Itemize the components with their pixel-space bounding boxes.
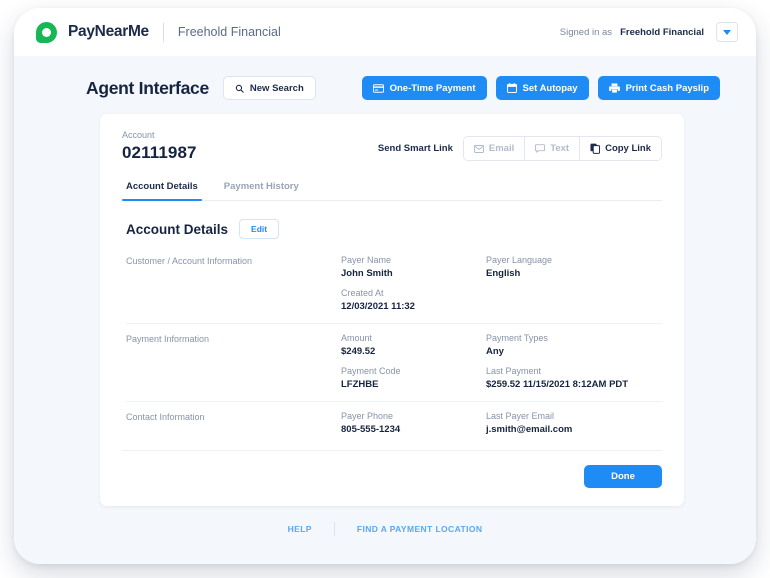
- field-value: LFZHBE: [341, 379, 379, 390]
- print-cash-payslip-label: Print Cash Payslip: [625, 82, 709, 94]
- copy-link-button[interactable]: Copy Link: [580, 137, 661, 160]
- section-title: Account Details: [126, 221, 229, 237]
- details-category: Payment Information: [126, 334, 210, 344]
- search-icon: [235, 84, 244, 93]
- field-value: 805-555-1234: [341, 424, 401, 435]
- field-label: Payer Name: [341, 255, 392, 265]
- send-email-label: Email: [488, 143, 515, 154]
- field-value: $249.52: [341, 346, 376, 357]
- field-last-payment: Last Payment $259.52 11/15/2021 8:12AM P…: [486, 366, 631, 390]
- field-value: j.smith@email.com: [486, 424, 573, 435]
- field-label: Payment Code: [341, 366, 401, 376]
- brand-name: PayNearMe: [68, 23, 149, 40]
- calendar-icon: [506, 83, 517, 93]
- field-label: Last Payment: [486, 366, 542, 376]
- field-payer-phone: Payer Phone 805-555-1234: [341, 411, 486, 435]
- credit-card-icon: [372, 83, 384, 93]
- account-summary-row: Account 02111987 Send Smart Link Email T…: [122, 130, 662, 163]
- copy-link-label: Copy Link: [605, 143, 651, 154]
- smart-link-buttons: Email Text Copy Link: [462, 136, 662, 161]
- brand-area[interactable]: PayNearMe Freehold Financial: [36, 21, 281, 43]
- paynearme-droplet-logo-icon: [36, 21, 57, 43]
- field-payment-types: Payment Types Any: [486, 333, 631, 357]
- set-autopay-button[interactable]: Set Autopay: [495, 76, 589, 100]
- page-body: Agent Interface New Search One-Time Paym…: [14, 56, 756, 564]
- field-label: Payer Language: [486, 255, 553, 265]
- details-row: Payment Information Amount $249.52 Payme…: [126, 323, 662, 401]
- details-column: Amount $249.52 Payment Code LFZHBE: [341, 333, 486, 390]
- copy-icon: [590, 143, 601, 154]
- help-link[interactable]: HELP: [266, 524, 334, 534]
- one-time-payment-button[interactable]: One-Time Payment: [361, 76, 487, 100]
- brand-divider: [162, 22, 164, 42]
- new-search-button[interactable]: New Search: [222, 76, 316, 100]
- field-payer-language: Payer Language English: [486, 255, 631, 279]
- details-category: Customer / Account Information: [126, 256, 253, 266]
- field-label: Last Payer Email: [486, 411, 555, 421]
- details-column: Payer Phone 805-555-1234: [341, 411, 486, 435]
- send-email-button[interactable]: Email: [463, 137, 526, 160]
- details-grid: Customer / Account Information Payer Nam…: [122, 251, 662, 446]
- field-label: Created At: [341, 288, 384, 298]
- chevron-down-icon: [723, 29, 731, 35]
- card-footer: Done: [122, 450, 662, 488]
- field-amount: Amount $249.52: [341, 333, 486, 357]
- field-value: 12/03/2021 11:32: [341, 301, 415, 312]
- account-number: 02111987: [122, 143, 197, 162]
- printer-icon: [608, 83, 620, 93]
- card-tabs: Account Details Payment History: [122, 181, 662, 201]
- print-cash-payslip-button[interactable]: Print Cash Payslip: [597, 76, 720, 100]
- details-row: Customer / Account Information Payer Nam…: [126, 251, 662, 323]
- smart-link-group: Send Smart Link Email Text Copy Link: [378, 136, 662, 161]
- details-column: Payer Name John Smith Created At 12/03/2…: [341, 255, 486, 312]
- details-row: Contact Information Payer Phone 805-555-…: [126, 401, 662, 446]
- tab-account-details[interactable]: Account Details: [122, 181, 202, 201]
- find-a-payment-location-link[interactable]: FIND A PAYMENT LOCATION: [335, 524, 505, 534]
- page-title: Agent Interface: [86, 77, 209, 98]
- chat-bubble-icon: [535, 144, 546, 153]
- signed-in-value: Freehold Financial: [620, 26, 704, 38]
- details-column: Last Payer Email j.smith@email.com: [486, 411, 631, 435]
- field-label: Amount: [341, 333, 373, 343]
- field-value: John Smith: [341, 268, 393, 279]
- partner-name: Freehold Financial: [177, 25, 281, 39]
- page-header: Agent Interface New Search One-Time Paym…: [14, 56, 756, 100]
- send-text-label: Text: [550, 143, 570, 154]
- done-button[interactable]: Done: [584, 465, 662, 488]
- account-label: Account: [122, 130, 155, 140]
- tab-payment-history[interactable]: Payment History: [224, 181, 299, 200]
- section-header: Account Details Edit: [122, 219, 662, 239]
- account-card: Account 02111987 Send Smart Link Email T…: [100, 114, 684, 506]
- top-bar: PayNearMe Freehold Financial Signed in a…: [14, 8, 756, 56]
- account-menu-button[interactable]: [716, 22, 738, 42]
- header-actions: One-Time Payment Set Autopay Print Cash …: [361, 76, 720, 100]
- set-autopay-label: Set Autopay: [522, 82, 578, 94]
- field-value: English: [486, 268, 521, 279]
- field-created-at: Created At 12/03/2021 11:32: [341, 288, 486, 312]
- field-value: Any: [486, 346, 504, 357]
- details-column: Payer Language English: [486, 255, 631, 312]
- account-identity: Account 02111987: [122, 130, 197, 163]
- send-text-button[interactable]: Text: [525, 137, 581, 160]
- edit-button[interactable]: Edit: [239, 219, 280, 239]
- field-label: Payer Phone: [341, 411, 394, 421]
- details-category: Contact Information: [126, 412, 205, 422]
- smart-link-label: Send Smart Link: [377, 143, 453, 154]
- browser-window: PayNearMe Freehold Financial Signed in a…: [14, 8, 756, 564]
- field-payment-code: Payment Code LFZHBE: [341, 366, 486, 390]
- one-time-payment-label: One-Time Payment: [389, 82, 476, 94]
- field-label: Payment Types: [486, 333, 548, 343]
- field-last-payer-email: Last Payer Email j.smith@email.com: [486, 411, 631, 435]
- field-value: $259.52 11/15/2021 8:12AM PDT: [486, 379, 629, 390]
- envelope-icon: [473, 144, 484, 153]
- new-search-label: New Search: [249, 82, 304, 94]
- field-payer-name: Payer Name John Smith: [341, 255, 486, 279]
- signed-in-area[interactable]: Signed in as Freehold Financial: [560, 22, 738, 42]
- footer-links: HELP FIND A PAYMENT LOCATION: [14, 522, 756, 536]
- details-column: Payment Types Any Last Payment $259.52 1…: [486, 333, 631, 390]
- signed-in-label: Signed in as: [559, 26, 613, 38]
